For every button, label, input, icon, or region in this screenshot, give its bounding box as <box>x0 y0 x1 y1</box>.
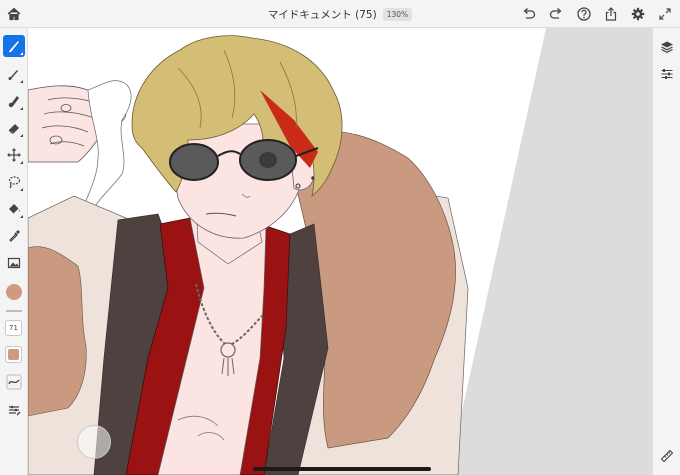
fur-left <box>28 246 87 417</box>
home-icon[interactable] <box>4 4 24 24</box>
pixel-brush-icon[interactable] <box>3 35 25 57</box>
drawing-canvas[interactable] <box>28 28 652 475</box>
size-slider-track[interactable] <box>6 310 22 312</box>
left-toolbar: 71 <box>0 28 28 475</box>
transform-icon[interactable] <box>3 144 25 166</box>
artwork <box>28 28 652 475</box>
fill-icon[interactable] <box>3 198 25 220</box>
canvas-outside-area <box>448 28 652 475</box>
expand-icon[interactable] <box>655 4 675 24</box>
layer-properties-icon[interactable] <box>656 63 678 85</box>
help-icon[interactable] <box>574 4 594 24</box>
zoom-level-badge[interactable]: 130% <box>382 7 413 21</box>
touch-shortcut[interactable] <box>77 425 111 459</box>
brush-color-swatch[interactable] <box>6 284 22 300</box>
top-bar: マイドキュメント (75) 130% <box>0 0 680 28</box>
settings-icon[interactable] <box>628 4 648 24</box>
share-icon[interactable] <box>601 4 621 24</box>
undo-icon[interactable] <box>519 4 539 24</box>
brush-size-value[interactable]: 71 <box>5 320 22 336</box>
smoothing-icon[interactable] <box>3 371 25 393</box>
place-image-icon[interactable] <box>3 252 25 274</box>
eyedropper-icon[interactable] <box>3 225 25 247</box>
ruler-icon[interactable] <box>656 445 678 467</box>
live-brush-icon[interactable] <box>3 63 25 85</box>
redo-icon[interactable] <box>546 4 566 24</box>
eraser-icon[interactable] <box>3 117 25 139</box>
layers-icon[interactable] <box>656 36 678 58</box>
opacity-swatch[interactable] <box>5 346 22 363</box>
home-indicator <box>253 467 431 471</box>
brush-settings-icon[interactable] <box>3 399 25 421</box>
vector-brush-icon[interactable] <box>3 90 25 112</box>
lasso-icon[interactable] <box>3 171 25 193</box>
opacity-swatch-fill <box>8 349 19 360</box>
right-panel-bar <box>652 28 680 475</box>
document-title[interactable]: マイドキュメント (75) <box>268 7 377 22</box>
